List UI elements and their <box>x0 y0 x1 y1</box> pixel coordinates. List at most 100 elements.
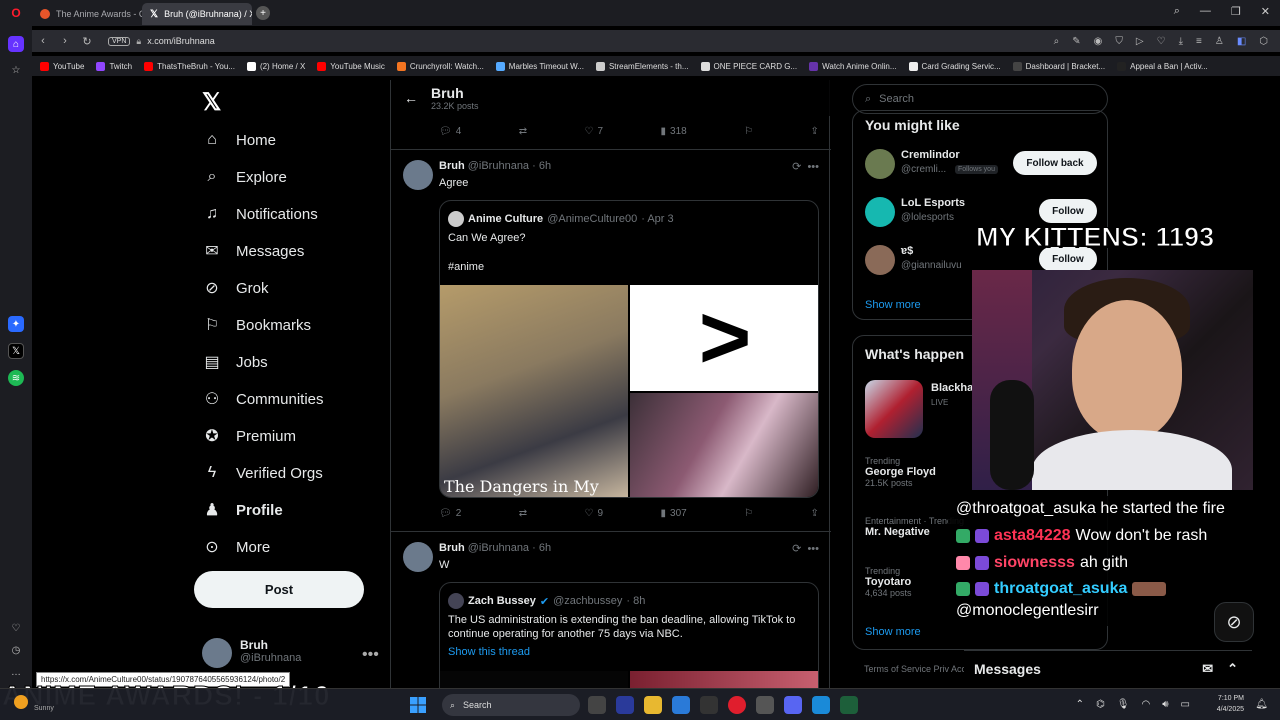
heart-icon[interactable]: ♡ <box>1157 36 1166 47</box>
bookmark-item[interactable]: Dashboard | Bracket... <box>1012 61 1105 71</box>
tweet-author-handle[interactable]: @iBruhnana <box>468 160 529 172</box>
nav-item-verified-orgs[interactable]: ϟ Verified Orgs <box>202 463 323 483</box>
quoted-tweet[interactable]: Zach Bussey ✔ @zachbussey · 8h The US ad… <box>439 582 819 688</box>
nav-item-jobs[interactable]: ▤ Jobs <box>202 352 267 372</box>
heart-rail-icon[interactable]: ♡ <box>8 620 24 636</box>
weather-text[interactable]: Sunny <box>34 705 54 712</box>
obs-icon[interactable] <box>756 696 774 714</box>
tab-x-profile[interactable]: 𝕏 Bruh (@iBruhnana) / X ✕ <box>142 3 252 25</box>
retweet-icon[interactable]: ⇄ <box>519 126 527 137</box>
notifications-bell-icon[interactable]: 🔔︎ <box>1255 699 1268 710</box>
avatar[interactable] <box>865 197 895 227</box>
wifi-icon[interactable]: ◠ <box>1142 699 1151 710</box>
clock[interactable]: 7:10 PM 4/4/2025 <box>1217 693 1244 715</box>
quote-image-left[interactable] <box>440 671 628 688</box>
tweet[interactable]: Bruh @iBruhnana · 6h ⟳ ••• Agree Anime C… <box>391 149 831 531</box>
camera-icon[interactable]: ◉ <box>1094 36 1103 47</box>
follow-suggestion[interactable]: Cremlindor @cremli... Follows you Follow ba… <box>865 147 1097 181</box>
spotify-rail-icon[interactable]: ≋ <box>8 370 24 386</box>
edge-icon[interactable] <box>672 696 690 714</box>
bookmark-item[interactable]: Twitch <box>96 61 132 71</box>
nav-item-communities[interactable]: ⚇ Communities <box>202 389 324 409</box>
tweet-time[interactable]: · 6h <box>532 542 551 554</box>
bookmark-item[interactable]: StreamElements - th... <box>595 61 689 71</box>
messages-drawer[interactable]: Messages ✉ ⌃ <box>964 650 1252 686</box>
bookmark-item[interactable]: YouTube Music <box>317 61 385 71</box>
like-button[interactable]: ♡ 7 <box>585 126 604 137</box>
close-window-icon[interactable]: ✕ <box>1261 5 1270 18</box>
bookmark-icon[interactable]: ⚐ <box>744 508 753 519</box>
bookmark-item[interactable]: (2) Home / X <box>246 61 305 71</box>
mic-icon[interactable]: 🎙︎ <box>1117 699 1130 710</box>
edit-icon[interactable]: ✎ <box>1072 36 1080 47</box>
quote-image-right[interactable] <box>630 671 818 688</box>
home-rail-icon[interactable]: ⌂ <box>8 36 24 52</box>
menu-icon[interactable]: ≡ <box>1196 36 1202 47</box>
history-rail-icon[interactable]: ◷ <box>8 642 24 658</box>
post-button[interactable]: Post <box>194 571 364 608</box>
nav-item-more[interactable]: ⊙ More <box>202 537 270 557</box>
greater-than-image[interactable]: > <box>630 285 818 391</box>
tweet-time[interactable]: · 6h <box>532 160 551 172</box>
more-rail-icon[interactable]: … <box>8 664 24 680</box>
discord-icon[interactable] <box>784 696 802 714</box>
shield-icon[interactable]: ⛉ <box>1115 36 1123 47</box>
account-switcher[interactable]: Bruh @iBruhnana ••• <box>202 638 379 668</box>
tab-anime-awards[interactable]: The Anime Awards - Crun <box>32 3 142 25</box>
back-arrow-icon[interactable]: ← <box>391 90 431 106</box>
avatar[interactable] <box>403 160 433 190</box>
url-field[interactable]: x.com/iBruhnana <box>147 36 215 46</box>
tweet-more-icon[interactable]: ⟳ ••• <box>792 160 819 173</box>
bookmark-item[interactable]: Watch Anime Onlin... <box>809 61 897 71</box>
account-more-icon[interactable]: ••• <box>362 646 379 664</box>
nav-item-grok[interactable]: ⊘ Grok <box>202 278 268 298</box>
task-view-icon[interactable] <box>588 696 606 714</box>
x-rail-icon[interactable]: 𝕏 <box>8 343 24 359</box>
nav-item-home[interactable]: ⌂ Home <box>202 130 276 150</box>
chevron-up-icon[interactable]: ⌃ <box>1076 699 1084 710</box>
avatar[interactable] <box>865 149 895 179</box>
terminal-icon[interactable] <box>700 696 718 714</box>
reply-button[interactable]: 💬︎ 4 <box>439 126 461 137</box>
opera-logo-icon[interactable]: O <box>0 6 32 20</box>
minimize-icon[interactable]: — <box>1200 5 1211 18</box>
follow-button[interactable]: Follow <box>1039 199 1097 223</box>
bookmark-item[interactable]: Crunchyroll: Watch... <box>396 61 484 71</box>
file-explorer-icon[interactable] <box>644 696 662 714</box>
app-v-icon[interactable] <box>616 696 634 714</box>
suggestion-name[interactable]: LoL Esports <box>901 197 965 209</box>
bookmark-item[interactable]: Card Grading Servic... <box>908 61 1001 71</box>
back-icon[interactable]: ‹ <box>32 35 54 47</box>
retweet-icon[interactable]: ⇄ <box>519 508 527 519</box>
windows-start-icon[interactable] <box>410 697 426 713</box>
bookmark-item[interactable]: YouTube <box>40 61 84 71</box>
quoted-tweet[interactable]: Anime Culture @AnimeCulture00 · Apr 3 Ca… <box>439 200 819 498</box>
nav-item-bookmarks[interactable]: ⚐ Bookmarks <box>202 315 311 335</box>
nav-item-explore[interactable]: ⌕ Explore <box>202 167 287 187</box>
suggestion-name[interactable]: ɐ$ <box>901 245 913 257</box>
search-tabs-icon[interactable]: ⌕ <box>1174 5 1180 18</box>
share-icon[interactable]: ⇪ <box>811 508 819 519</box>
nav-item-premium[interactable]: ✪ Premium <box>202 426 296 446</box>
live-event-name[interactable]: Blackha <box>931 382 973 394</box>
star-rail-icon[interactable]: ☆ <box>8 62 24 78</box>
zoom-icon[interactable]: ⌕ <box>1054 36 1060 47</box>
show-more-trends-link[interactable]: Show more <box>865 626 921 638</box>
extension-icon[interactable]: ◧ <box>1237 36 1246 47</box>
bookmark-item[interactable]: Marbles Timeout W... <box>495 61 584 71</box>
user-icon[interactable]: ♙ <box>1215 36 1224 47</box>
bookmark-icon[interactable]: ⚐ <box>744 126 753 137</box>
reload-icon[interactable]: ↻ <box>76 35 98 48</box>
compose-message-icon[interactable]: ✉ <box>1202 661 1213 677</box>
app-icon[interactable] <box>812 696 830 714</box>
tweet-author-name[interactable]: Bruh <box>439 542 465 554</box>
follow-button[interactable]: Follow back <box>1013 151 1097 175</box>
avatar[interactable] <box>403 542 433 572</box>
play-icon[interactable]: ▷ <box>1136 36 1144 47</box>
reply-button[interactable]: 💬︎ 2 <box>439 508 461 519</box>
network-icon[interactable]: ⌬ <box>1096 699 1105 710</box>
suggestion-name[interactable]: Cremlindor <box>901 149 960 161</box>
nav-item-notifications[interactable]: ♫ Notifications <box>202 204 318 224</box>
nav-item-messages[interactable]: ✉ Messages <box>202 241 304 261</box>
tweet[interactable]: Bruh @iBruhnana · 6h ⟳ ••• W Zach Bussey… <box>391 531 831 688</box>
